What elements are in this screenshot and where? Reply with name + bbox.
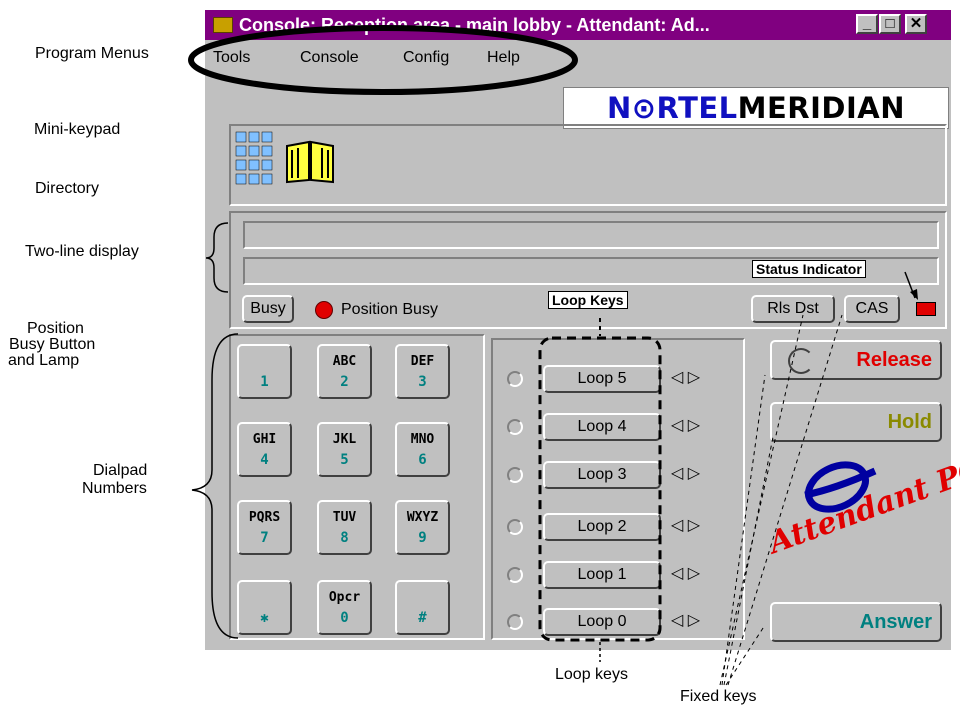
loop-keys-dashed-box (538, 336, 662, 642)
fixed-keys-pointers (719, 314, 843, 686)
two-line-display-brace (205, 222, 229, 293)
dialpad-brace (191, 333, 239, 639)
status-indicator-arrowhead (910, 289, 918, 300)
annotation-overlay (188, 25, 918, 686)
program-menus-ellipse (188, 25, 578, 95)
